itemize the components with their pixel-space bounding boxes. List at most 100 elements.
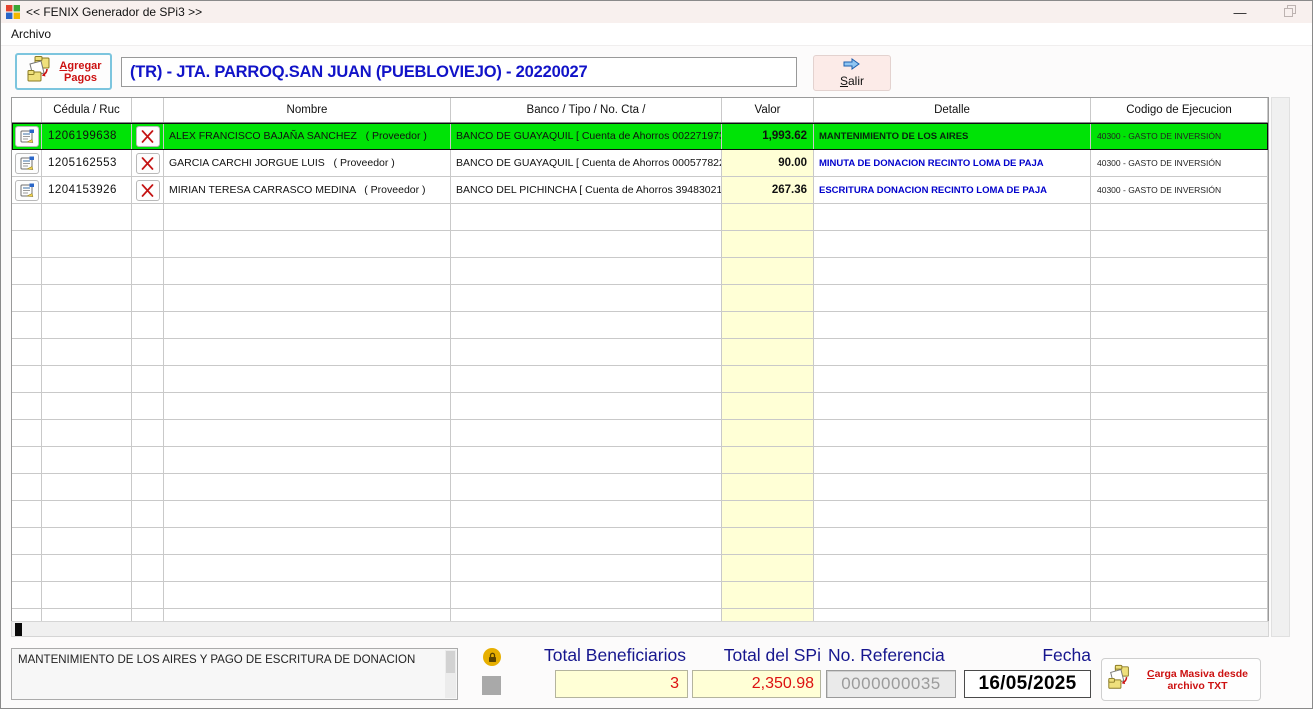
cedula-cell: 1204153926 bbox=[42, 177, 132, 204]
codigo-cell: 40300 - GASTO DE INVERSIÓN bbox=[1091, 177, 1268, 204]
table-row[interactable]: 1204153926 MIRIAN TERESA CARRASCO MEDINA… bbox=[12, 177, 1268, 204]
nombre-cell bbox=[164, 312, 451, 339]
cedula-cell bbox=[42, 285, 132, 312]
table-row[interactable] bbox=[12, 258, 1268, 285]
banco-cell bbox=[451, 285, 722, 312]
total-spi-value: 2,350.98 bbox=[751, 675, 814, 692]
valor-cell bbox=[722, 393, 814, 420]
cedula-cell bbox=[42, 339, 132, 366]
restore-button[interactable] bbox=[1273, 1, 1307, 23]
edit-row-button[interactable] bbox=[14, 125, 39, 147]
nombre-cell bbox=[164, 393, 451, 420]
valor-cell bbox=[722, 312, 814, 339]
cedula-cell bbox=[42, 474, 132, 501]
cedula-cell bbox=[42, 204, 132, 231]
banco-cell bbox=[451, 231, 722, 258]
minimize-button[interactable]: — bbox=[1223, 1, 1257, 23]
codigo-cell bbox=[1091, 393, 1268, 420]
concepto-textarea[interactable]: MANTENIMIENTO DE LOS AIRES Y PAGO DE ESC… bbox=[11, 648, 458, 700]
table-row[interactable] bbox=[12, 393, 1268, 420]
edit-row-button[interactable] bbox=[14, 152, 39, 174]
nombre-cell bbox=[164, 474, 451, 501]
header-valor: Valor bbox=[722, 98, 814, 122]
add-payments-folder-icon bbox=[25, 55, 55, 88]
banco-cell bbox=[451, 447, 722, 474]
table-row[interactable] bbox=[12, 582, 1268, 609]
table-row[interactable] bbox=[12, 474, 1268, 501]
table-row[interactable] bbox=[12, 555, 1268, 582]
detalle-cell bbox=[814, 285, 1091, 312]
agregar-pagos-button[interactable]: Agregar Pagos bbox=[15, 53, 112, 90]
table-row[interactable] bbox=[12, 339, 1268, 366]
codigo-cell bbox=[1091, 231, 1268, 258]
cedula-cell: 1205162553 bbox=[42, 150, 132, 177]
nombre-cell bbox=[164, 258, 451, 285]
carga-masiva-button[interactable]: Carga Masiva desde archivo TXT bbox=[1101, 658, 1261, 701]
codigo-cell bbox=[1091, 528, 1268, 555]
table-row[interactable] bbox=[12, 204, 1268, 231]
status-square bbox=[482, 676, 501, 695]
horizontal-scrollbar[interactable] bbox=[11, 621, 1269, 637]
delete-row-button[interactable] bbox=[135, 152, 160, 174]
salir-button[interactable]: Salir bbox=[813, 55, 891, 91]
banco-cell bbox=[451, 555, 722, 582]
edit-row-button[interactable] bbox=[14, 179, 39, 201]
fecha-field[interactable]: 16/05/2025 bbox=[964, 670, 1091, 698]
table-row[interactable] bbox=[12, 501, 1268, 528]
table-row[interactable]: 1205162553 GARCIA CARCHI JORGUE LUIS ( P… bbox=[12, 150, 1268, 177]
table-row[interactable] bbox=[12, 312, 1268, 339]
valor-cell bbox=[722, 285, 814, 312]
banco-cell bbox=[451, 528, 722, 555]
banco-cell bbox=[451, 339, 722, 366]
detalle-cell bbox=[814, 258, 1091, 285]
codigo-cell bbox=[1091, 339, 1268, 366]
nombre-cell: GARCIA CARCHI JORGUE LUIS ( Proveedor ) bbox=[164, 150, 451, 177]
detalle-cell bbox=[814, 501, 1091, 528]
cedula-cell bbox=[42, 501, 132, 528]
hscrollbar-thumb[interactable] bbox=[15, 623, 22, 636]
table-row[interactable] bbox=[12, 285, 1268, 312]
valor-cell bbox=[722, 231, 814, 258]
table-row[interactable]: 1206199638 ALEX FRANCISCO BAJAÑA SANCHEZ… bbox=[12, 123, 1268, 150]
codigo-cell bbox=[1091, 420, 1268, 447]
valor-cell bbox=[722, 582, 814, 609]
nombre-cell: ALEX FRANCISCO BAJAÑA SANCHEZ ( Proveedo… bbox=[164, 123, 451, 150]
menu-archivo[interactable]: Archivo bbox=[3, 27, 59, 41]
valor-cell: 1,993.62 bbox=[722, 123, 814, 150]
codigo-cell bbox=[1091, 366, 1268, 393]
payments-table: Cédula / Ruc Nombre Banco / Tipo / No. C… bbox=[11, 97, 1269, 637]
codigo-cell bbox=[1091, 555, 1268, 582]
banco-cell bbox=[451, 258, 722, 285]
cedula-cell bbox=[42, 366, 132, 393]
cedula-cell bbox=[42, 231, 132, 258]
total-beneficiarios-value: 3 bbox=[670, 675, 679, 692]
detalle-cell bbox=[814, 231, 1091, 258]
cedula-cell bbox=[42, 528, 132, 555]
banco-cell: BANCO DEL PICHINCHA [ Cuenta de Ahorros … bbox=[451, 177, 722, 204]
header-edit bbox=[12, 98, 42, 122]
delete-row-button[interactable] bbox=[135, 179, 160, 201]
entity-title-field[interactable]: (TR) - JTA. PARROQ.SAN JUAN (PUEBLOVIEJO… bbox=[121, 57, 797, 87]
concepto-scrollbar[interactable] bbox=[445, 650, 456, 698]
detalle-cell: ESCRITURA DONACION RECINTO LOMA DE PAJA bbox=[814, 177, 1091, 204]
carga-masiva-label: Carga Masiva desde archivo TXT bbox=[1147, 667, 1248, 692]
table-row[interactable] bbox=[12, 231, 1268, 258]
nombre-cell bbox=[164, 204, 451, 231]
header-delete bbox=[132, 98, 164, 122]
codigo-cell bbox=[1091, 204, 1268, 231]
detalle-cell bbox=[814, 555, 1091, 582]
table-row[interactable] bbox=[12, 528, 1268, 555]
table-row[interactable] bbox=[12, 420, 1268, 447]
window-title: << FENIX Generador de SPi3 >> bbox=[26, 5, 203, 19]
table-row[interactable] bbox=[12, 366, 1268, 393]
delete-row-button[interactable] bbox=[135, 125, 160, 147]
vertical-scrollbar[interactable] bbox=[1271, 97, 1290, 637]
table-row[interactable] bbox=[12, 447, 1268, 474]
title-bar: << FENIX Generador de SPi3 >> — bbox=[1, 1, 1312, 23]
referencia-value: 0000000035 bbox=[841, 674, 941, 693]
detalle-cell: MINUTA DE DONACION RECINTO LOMA DE PAJA bbox=[814, 150, 1091, 177]
valor-cell bbox=[722, 501, 814, 528]
cedula-cell: 1206199638 bbox=[42, 123, 132, 150]
table-header-row: Cédula / Ruc Nombre Banco / Tipo / No. C… bbox=[12, 98, 1268, 123]
cedula-cell bbox=[42, 393, 132, 420]
